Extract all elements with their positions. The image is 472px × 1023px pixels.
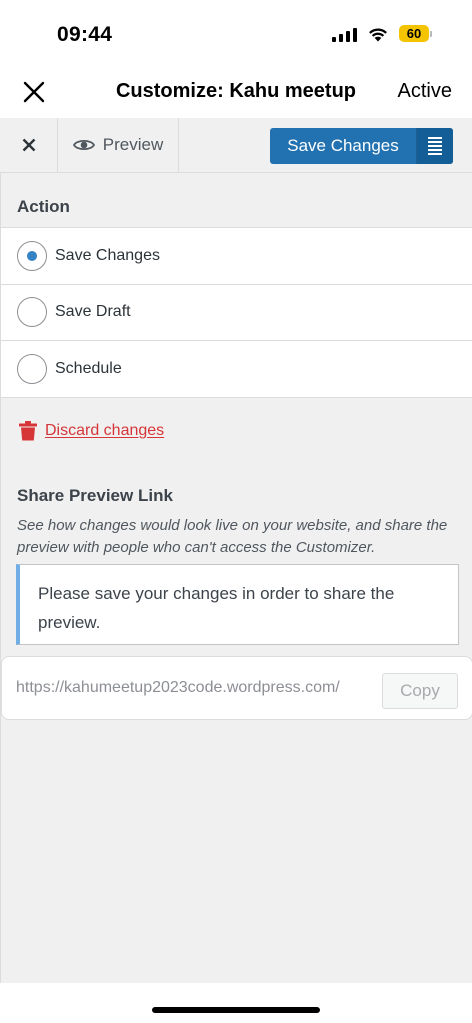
- discard-changes-link[interactable]: Discard changes: [19, 421, 164, 441]
- radio-save-changes[interactable]: [17, 240, 47, 271]
- trash-icon: [19, 421, 37, 441]
- customizer-header: Preview Save Changes: [0, 118, 472, 173]
- publish-settings-panel: Action Save Changes Save Draft Schedule …: [0, 173, 472, 983]
- eye-icon: [72, 139, 95, 151]
- option-schedule[interactable]: Schedule: [1, 341, 472, 398]
- status-time: 09:44: [57, 23, 113, 46]
- option-save-changes[interactable]: Save Changes: [1, 228, 472, 285]
- publish-settings-button[interactable]: [416, 128, 453, 164]
- save-notice: Please save your changes in order to sha…: [16, 564, 459, 645]
- copy-button[interactable]: Copy: [382, 673, 458, 709]
- radio-save-draft[interactable]: [17, 297, 47, 328]
- battery-icon: 60: [399, 25, 432, 42]
- wifi-icon: [369, 27, 387, 41]
- preview-label: Preview: [102, 135, 164, 154]
- home-indicator: [152, 1007, 320, 1013]
- discard-changes-label[interactable]: Discard changes: [45, 422, 164, 440]
- preview-button[interactable]: Preview: [58, 118, 179, 172]
- app-nav-bar: Customize: Kahu meetup Active: [0, 70, 472, 118]
- radio-schedule[interactable]: [17, 353, 47, 384]
- status-label[interactable]: Active: [398, 80, 452, 103]
- option-save-draft[interactable]: Save Draft: [1, 285, 472, 341]
- battery-level: 60: [399, 25, 429, 42]
- close-icon: [22, 138, 35, 152]
- share-preview-description: See how changes would look live on your …: [17, 517, 448, 556]
- option-label: Save Draft: [55, 303, 131, 321]
- preview-url[interactable]: https://kahumeetup2023code.wordpress.com…: [16, 679, 340, 697]
- menu-lines-icon: [428, 137, 442, 155]
- preview-link-box: https://kahumeetup2023code.wordpress.com…: [1, 656, 472, 720]
- customizer-close-button[interactable]: [0, 118, 58, 172]
- status-bar: 09:44 60: [0, 0, 472, 70]
- action-options: Save Changes Save Draft Schedule: [1, 227, 472, 398]
- share-preview-title: Share Preview Link: [17, 486, 173, 505]
- option-label: Schedule: [55, 359, 122, 377]
- screen: 09:44 60 Customize: Kahu meetup Active P…: [0, 0, 472, 1023]
- option-label: Save Changes: [55, 246, 160, 264]
- cellular-signal-icon: [332, 26, 357, 42]
- save-changes-label: Save Changes: [287, 136, 399, 155]
- action-section-title: Action: [17, 197, 70, 216]
- save-changes-button[interactable]: Save Changes: [270, 128, 453, 164]
- status-icons: 60: [332, 25, 432, 42]
